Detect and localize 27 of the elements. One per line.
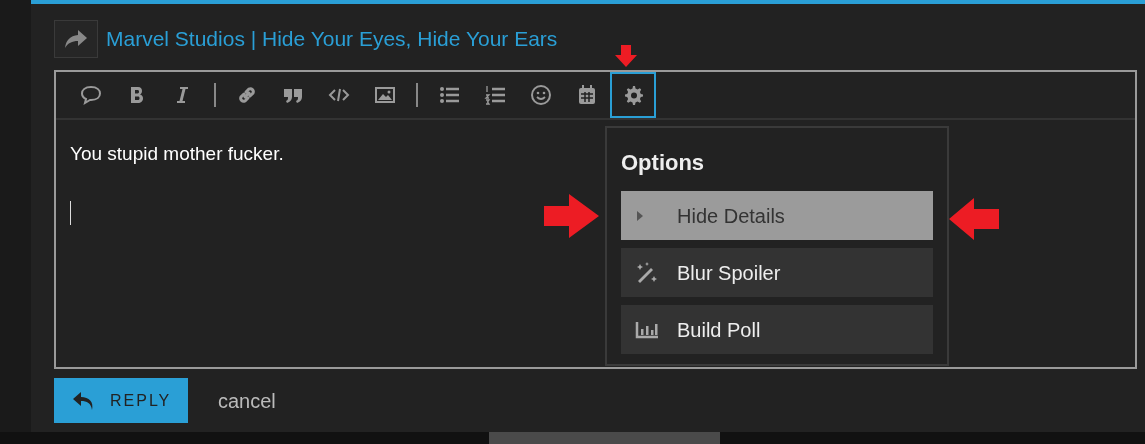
reply-button[interactable]: REPLY: [54, 378, 188, 423]
bar-chart-icon: [635, 319, 659, 340]
numbered-list-icon: [484, 84, 506, 106]
menu-item[interactable]: Hide Details: [621, 191, 933, 240]
editor-text[interactable]: You stupid mother fucker.: [70, 140, 284, 169]
speech-bubble-icon: [80, 84, 102, 106]
menu-item[interactable]: Build Poll: [621, 305, 933, 354]
menu-item[interactable]: Blur Spoiler: [621, 248, 933, 297]
share-button[interactable]: [54, 20, 98, 58]
share-icon: [64, 29, 88, 49]
toolbar-button[interactable]: [610, 72, 656, 118]
bullet-list-icon: [438, 84, 460, 106]
arrow-icon: [615, 45, 637, 67]
smiley-icon: [530, 84, 552, 106]
calendar-icon: [576, 84, 598, 106]
arrow-icon: [544, 194, 599, 238]
image-icon: [374, 84, 396, 106]
cancel-link[interactable]: cancel: [218, 385, 276, 416]
arrow-icon: [949, 198, 999, 240]
magic-wand-icon: [635, 260, 659, 285]
text-cursor: [70, 200, 71, 225]
chain-link-icon: [236, 84, 258, 106]
scrollbar-thumb[interactable]: [489, 432, 720, 444]
settings-icon: [622, 84, 644, 106]
thread-title-link[interactable]: Marvel Studios | Hide Your Eyes, Hide Your Ears: [106, 23, 558, 55]
menu-title: Options: [621, 149, 706, 177]
caret-icon: [635, 208, 645, 223]
